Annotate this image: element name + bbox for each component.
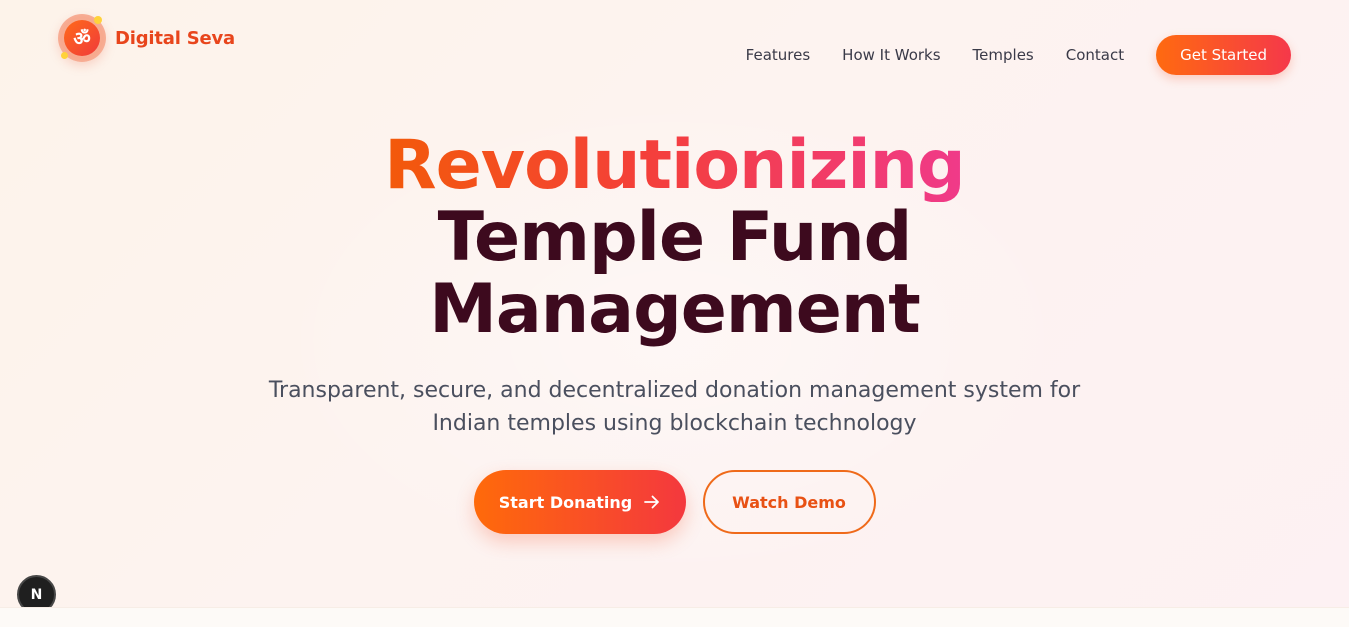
headline-line-3: Management [429,270,921,349]
brand-name: Digital Seva [115,27,236,49]
om-logo-icon: ॐ [58,14,106,62]
start-donating-button[interactable]: Start Donating [473,470,686,534]
headline-line-2: Temple Fund [437,198,913,277]
logo-dot-decoration [94,16,102,24]
hero-actions: Start Donating Watch Demo [0,470,1349,534]
nav-link-contact[interactable]: Contact [1066,35,1124,75]
nav-link-temples[interactable]: Temples [973,35,1034,75]
headline-gradient-text: Revolutionizing [384,126,965,205]
get-started-button[interactable]: Get Started [1156,35,1291,75]
nav-link-features[interactable]: Features [746,35,811,75]
brand-logo-link[interactable]: ॐ Digital Seva [58,14,235,62]
hero-subtitle: Transparent, secure, and decentralized d… [268,378,1081,436]
logo-dot-decoration [61,52,68,59]
hero-section: Revolutionizing Temple Fund Management T… [0,130,1349,534]
om-glyph: ॐ [64,20,100,56]
nav-link-how-it-works[interactable]: How It Works [842,35,940,75]
start-donating-label: Start Donating [498,492,633,512]
hero-headline: Revolutionizing Temple Fund Management [0,130,1349,346]
arrow-right-icon [644,495,660,509]
watch-demo-button[interactable]: Watch Demo [702,470,876,534]
next-section-edge [0,607,1349,627]
main-navigation: Features How It Works Temples Contact Ge… [746,35,1291,75]
